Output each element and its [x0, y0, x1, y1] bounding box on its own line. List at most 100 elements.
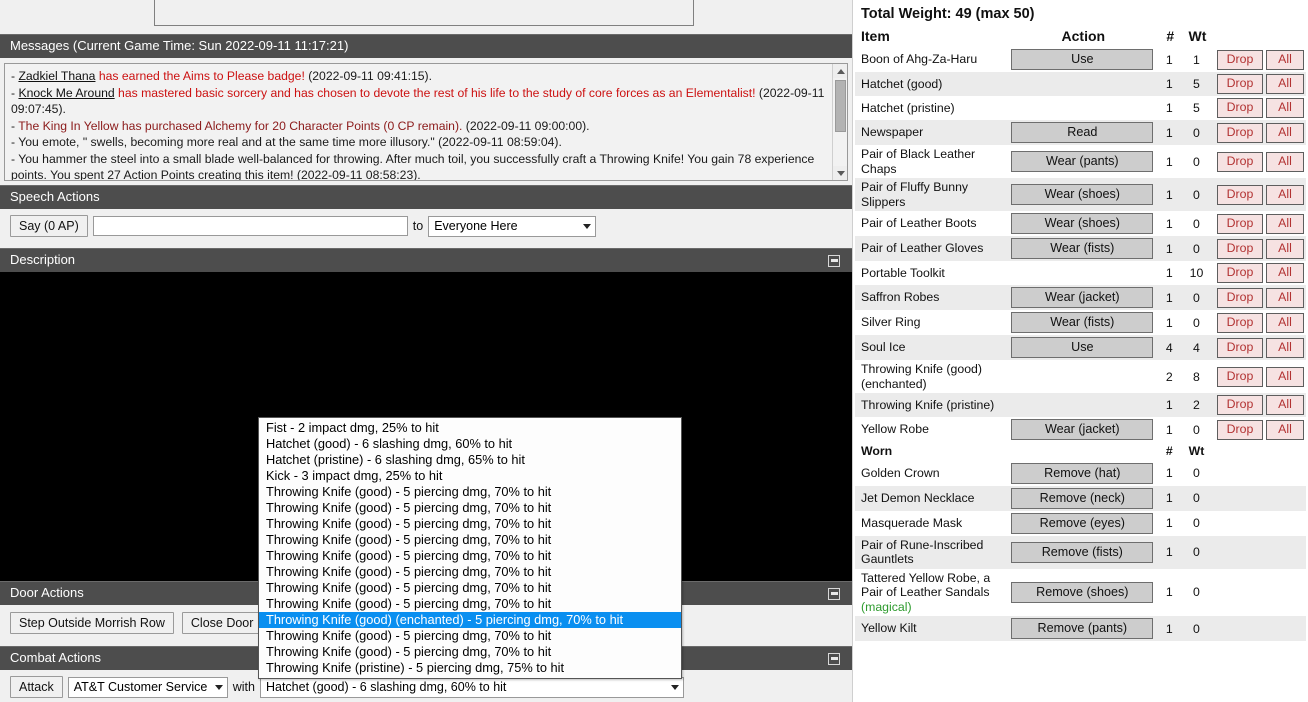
- drop-all-button[interactable]: All: [1266, 98, 1304, 118]
- drop-button[interactable]: Drop: [1217, 213, 1263, 234]
- attack-button[interactable]: Attack: [10, 676, 63, 698]
- item-action-button[interactable]: Wear (shoes): [1011, 213, 1154, 234]
- item-weight: 0: [1182, 120, 1211, 145]
- drop-button[interactable]: Drop: [1217, 49, 1263, 70]
- item-weight: 0: [1182, 616, 1211, 641]
- item-action-button[interactable]: Wear (shoes): [1011, 184, 1154, 205]
- inventory-header-row: Item Action # Wt: [855, 26, 1306, 47]
- item-action-cell: Wear (pants): [1008, 145, 1156, 178]
- speech-input[interactable]: [92, 216, 408, 236]
- item-action-button[interactable]: Use: [1011, 49, 1154, 70]
- speech-target-select[interactable]: Everyone Here: [428, 215, 597, 237]
- messages-scrollbar[interactable]: [832, 64, 847, 180]
- weapon-option[interactable]: Throwing Knife (good) - 5 piercing dmg, …: [259, 596, 681, 612]
- item-action-button[interactable]: Wear (fists): [1011, 238, 1154, 259]
- weapon-option[interactable]: Throwing Knife (good) - 5 piercing dmg, …: [259, 580, 681, 596]
- collapse-icon[interactable]: [828, 652, 840, 665]
- weapon-option[interactable]: Throwing Knife (good) - 5 piercing dmg, …: [259, 516, 681, 532]
- drop-all-button[interactable]: All: [1266, 366, 1304, 387]
- message-player-name[interactable]: Knock Me Around: [18, 86, 114, 100]
- drop-all-button[interactable]: All: [1266, 151, 1304, 172]
- drop-all-button[interactable]: All: [1266, 263, 1304, 283]
- drop-button[interactable]: Drop: [1217, 122, 1263, 143]
- drop-all-button[interactable]: All: [1266, 337, 1304, 358]
- item-action-cell: [1008, 261, 1156, 285]
- drop-button[interactable]: Drop: [1217, 263, 1263, 283]
- item-buttons-cell: Drop All: [1210, 335, 1306, 360]
- scroll-down-icon[interactable]: [833, 166, 847, 180]
- drop-all-button[interactable]: All: [1266, 49, 1304, 70]
- drop-button[interactable]: Drop: [1217, 74, 1263, 94]
- drop-all-button[interactable]: All: [1266, 74, 1304, 94]
- table-row: Throwing Knife (pristine) 1 2 Drop All: [855, 393, 1306, 417]
- drop-button[interactable]: Drop: [1217, 151, 1263, 172]
- item-action-button[interactable]: Remove (fists): [1011, 541, 1154, 563]
- weapon-option[interactable]: Throwing Knife (good) - 5 piercing dmg, …: [259, 484, 681, 500]
- item-action-button[interactable]: Use: [1011, 337, 1154, 358]
- item-action-button[interactable]: Remove (pants): [1011, 618, 1154, 639]
- drop-button[interactable]: Drop: [1217, 337, 1263, 358]
- weapon-option[interactable]: Throwing Knife (good) - 5 piercing dmg, …: [259, 532, 681, 548]
- item-buttons-cell: Drop All: [1210, 47, 1306, 72]
- weapon-option[interactable]: Hatchet (good) - 6 slashing dmg, 60% to …: [259, 436, 681, 452]
- message-player-name[interactable]: Zadkiel Thana: [18, 69, 95, 83]
- drop-button[interactable]: Drop: [1217, 366, 1263, 387]
- drop-all-button[interactable]: All: [1266, 287, 1304, 308]
- drop-all-button[interactable]: All: [1266, 419, 1304, 440]
- messages-log[interactable]: - Zadkiel Thana has earned the Aims to P…: [4, 63, 848, 181]
- item-action-button[interactable]: Read: [1011, 122, 1154, 143]
- item-name: Portable Toolkit: [861, 265, 945, 280]
- col-action: Action: [1061, 28, 1106, 44]
- drop-button[interactable]: Drop: [1217, 419, 1263, 440]
- weapon-option[interactable]: Throwing Knife (good) (enchanted) - 5 pi…: [259, 612, 681, 628]
- item-count: 1: [1156, 120, 1183, 145]
- drop-all-button[interactable]: All: [1266, 312, 1304, 333]
- close-door-button[interactable]: Close Door: [181, 612, 263, 634]
- weapon-dropdown-list[interactable]: Fist - 2 impact dmg, 25% to hit Hatchet (…: [258, 417, 682, 679]
- drop-button[interactable]: Drop: [1217, 98, 1263, 118]
- weapon-option[interactable]: Throwing Knife (good) - 5 piercing dmg, …: [259, 628, 681, 644]
- weapon-option[interactable]: Fist - 2 impact dmg, 25% to hit: [259, 420, 681, 436]
- drop-all-button[interactable]: All: [1266, 238, 1304, 259]
- item-action-button[interactable]: Wear (fists): [1011, 312, 1154, 333]
- speech-actions-header: Speech Actions: [0, 185, 852, 209]
- scroll-up-icon[interactable]: [833, 64, 847, 78]
- scrollbar-thumb[interactable]: [835, 80, 846, 132]
- weapon-option[interactable]: Throwing Knife (good) - 5 piercing dmg, …: [259, 644, 681, 660]
- item-name: Soul Ice: [855, 335, 1009, 360]
- drop-all-button[interactable]: All: [1266, 213, 1304, 234]
- drop-button[interactable]: Drop: [1217, 238, 1263, 259]
- item-count: 4: [1156, 335, 1183, 360]
- weapon-option[interactable]: Hatchet (pristine) - 6 slashing dmg, 65%…: [259, 452, 681, 468]
- drop-all-button[interactable]: All: [1266, 184, 1304, 205]
- drop-button[interactable]: Drop: [1217, 184, 1263, 205]
- drop-button[interactable]: Drop: [1217, 287, 1263, 308]
- collapse-icon[interactable]: [828, 254, 840, 267]
- drop-button[interactable]: Drop: [1217, 312, 1263, 333]
- item-action-button[interactable]: Remove (shoes): [1011, 581, 1154, 603]
- weapon-option[interactable]: Throwing Knife (good) - 5 piercing dmg, …: [259, 500, 681, 516]
- weapon-option[interactable]: Kick - 3 impact dmg, 25% to hit: [259, 468, 681, 484]
- collapse-icon[interactable]: [828, 587, 840, 600]
- step-outside-button[interactable]: Step Outside Morrish Row: [10, 612, 174, 634]
- weapon-option[interactable]: Throwing Knife (good) - 5 piercing dmg, …: [259, 548, 681, 564]
- table-row: Tattered Yellow Robe, a Pair of Leather …: [855, 569, 1306, 617]
- worn-label: Worn: [861, 444, 893, 458]
- say-button[interactable]: Say (0 AP): [10, 215, 88, 237]
- drop-all-button[interactable]: All: [1266, 122, 1304, 143]
- item-action-button[interactable]: Wear (jacket): [1011, 419, 1154, 440]
- item-action-button[interactable]: Remove (neck): [1011, 487, 1154, 509]
- item-count: 1: [1156, 485, 1183, 511]
- drop-all-button[interactable]: All: [1266, 395, 1304, 415]
- drop-button[interactable]: Drop: [1217, 395, 1263, 415]
- combat-target-select[interactable]: AT&T Customer Service: [67, 676, 228, 698]
- combat-weapon-select[interactable]: Hatchet (good) - 6 slashing dmg, 60% to …: [259, 676, 684, 698]
- weapon-option[interactable]: Throwing Knife (pristine) - 5 piercing d…: [259, 660, 681, 676]
- item-action-button[interactable]: Wear (jacket): [1011, 287, 1154, 308]
- weapon-option[interactable]: Throwing Knife (good) - 5 piercing dmg, …: [259, 564, 681, 580]
- item-action-button[interactable]: Remove (hat): [1011, 462, 1154, 484]
- item-action-button[interactable]: Wear (pants): [1011, 151, 1154, 172]
- worn-section-header: Worn # Wt: [855, 442, 1306, 461]
- item-action-button[interactable]: Remove (eyes): [1011, 512, 1154, 534]
- item-action-cell: Use: [1008, 47, 1156, 72]
